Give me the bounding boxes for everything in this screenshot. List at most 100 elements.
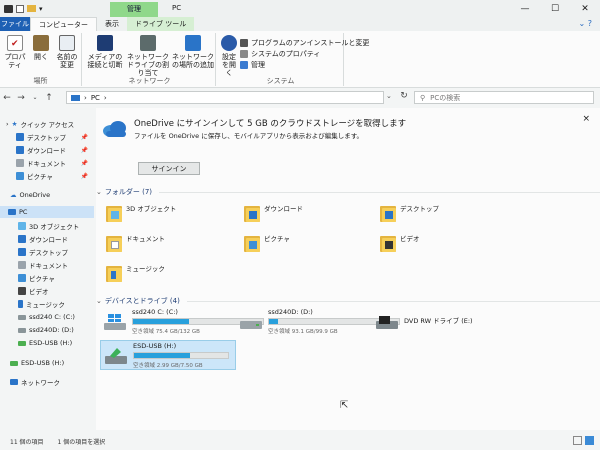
nav-network[interactable]: ネットワーク: [10, 376, 60, 388]
folder-3d-objects[interactable]: 3D オブジェクト: [106, 204, 176, 222]
rename-icon: [59, 35, 75, 51]
drive-c[interactable]: ssd240 C: (C:) 空き領域 75.4 GB/132 GB: [100, 307, 264, 337]
ribbon-tabs: ファイル コンピューター 表示 ドライブ ツール ⌄ ?: [0, 17, 600, 31]
pin-icon: 📌: [80, 172, 88, 180]
section-divider: [159, 191, 600, 193]
recent-dropdown-icon[interactable]: ⌄: [28, 94, 42, 101]
drives-section-header[interactable]: ⌄ デバイスとドライブ (4): [96, 296, 600, 306]
close-button[interactable]: ✕: [570, 0, 600, 17]
drive-usb[interactable]: ESD-USB (H:) 空き領域 2.99 GB/7.50 GB: [100, 340, 236, 370]
nav-quick-access[interactable]: › ★ クイック アクセス: [6, 118, 74, 130]
download-arrow-icon: [16, 146, 24, 154]
new-folder-qat-icon[interactable]: [27, 5, 36, 12]
nav-pc-desktop[interactable]: デスクトップ: [18, 246, 68, 258]
usage-fill: [269, 319, 279, 324]
folder-icon: [244, 234, 260, 252]
search-placeholder: PCの検索: [430, 93, 461, 102]
breadcrumb-separator-2: ›: [103, 93, 107, 102]
tab-computer[interactable]: コンピューター: [30, 17, 97, 31]
network-icon: [10, 379, 18, 385]
map-drive-button[interactable]: ネットワーク ドライブの割り当て: [126, 35, 170, 77]
folder-music[interactable]: ミュージック: [106, 264, 165, 282]
nav-pc-usb[interactable]: ESD-USB (H:): [18, 337, 72, 349]
drive-d[interactable]: ssd240D: (D:) 空き領域 93.1 GB/99.9 GB: [236, 307, 400, 337]
nav-pc-drive-c[interactable]: ssd240 C: (C:): [18, 311, 75, 323]
folder-icon: [106, 264, 122, 282]
folder-icon: [106, 234, 122, 252]
nav-qa-desktop[interactable]: デスクトップ 📌: [16, 131, 94, 143]
nav-pc-videos[interactable]: ビデオ: [18, 285, 49, 297]
back-button[interactable]: ←: [0, 93, 14, 103]
nav-pc-music[interactable]: ミュージック: [18, 298, 65, 310]
open-button[interactable]: 開く: [30, 35, 52, 61]
cloud-icon: ☁: [10, 191, 17, 199]
banner-subtitle: ファイルを OneDrive に保存し、モバイルアプリから表示および編集します。: [134, 132, 364, 140]
group-system: 設定を開く プログラムのアンインストールと変更 システムのプロパティ 管理 シス…: [218, 33, 369, 86]
minimize-button[interactable]: —: [510, 0, 540, 17]
pictures-icon: [16, 172, 24, 180]
folder-videos[interactable]: ビデオ: [380, 234, 420, 252]
nav-pc-drive-d[interactable]: ssd240D: (D:): [18, 324, 74, 336]
navigation-pane: › ★ クイック アクセス デスクトップ 📌 ダウンロード 📌 ドキュメント 📌…: [0, 108, 94, 430]
banner-close-button[interactable]: ×: [582, 114, 590, 124]
nav-onedrive[interactable]: ☁ OneDrive: [10, 189, 50, 201]
folders-section-header[interactable]: ⌄ フォルダー (7): [96, 187, 600, 197]
open-settings-button[interactable]: 設定を開く: [220, 35, 238, 77]
properties-qat-icon[interactable]: [16, 4, 24, 13]
nav-pc-3d[interactable]: 3D オブジェクト: [18, 220, 79, 232]
pictures-icon: [18, 274, 26, 282]
group-label-network: ネットワーク: [128, 77, 171, 85]
large-icons-view-button[interactable]: [585, 436, 594, 445]
search-icon: ⚲: [420, 93, 426, 102]
forward-button[interactable]: →: [14, 93, 28, 103]
qat-dropdown-icon[interactable]: ▾: [39, 5, 43, 13]
desktop-icon: [16, 133, 24, 141]
add-network-location-button[interactable]: ネットワークの場所の追加: [172, 35, 214, 69]
properties-icon: ✔: [7, 35, 23, 51]
nav-pc-downloads[interactable]: ダウンロード: [18, 233, 68, 245]
folder-pictures[interactable]: ピクチャ: [244, 234, 290, 252]
collapse-chevron-icon: ⌄: [96, 188, 102, 196]
nav-pc-pictures[interactable]: ピクチャ: [18, 272, 55, 284]
details-view-button[interactable]: [573, 436, 582, 445]
signin-button[interactable]: サインイン: [138, 162, 200, 175]
quick-access-toolbar: ▾: [0, 4, 43, 13]
folder-desktop[interactable]: デスクトップ: [380, 204, 439, 222]
manage-button[interactable]: 管理: [240, 60, 265, 70]
onedrive-cloud-icon: [103, 121, 126, 137]
properties-button[interactable]: ✔ プロパティ: [2, 35, 28, 69]
breadcrumb-pc[interactable]: PC: [91, 94, 100, 102]
refresh-button[interactable]: ↻: [397, 91, 411, 104]
address-bar[interactable]: › PC ›: [66, 91, 384, 104]
nav-qa-pictures[interactable]: ピクチャ 📌: [16, 170, 94, 182]
context-tab-group: 管理: [110, 2, 158, 17]
rename-button[interactable]: 名前の変更: [54, 35, 80, 69]
usb-drive-icon: [18, 340, 26, 346]
folder-downloads[interactable]: ダウンロード: [244, 204, 303, 222]
usage-fill: [134, 353, 191, 358]
nav-pc[interactable]: PC: [0, 206, 94, 218]
uninstall-button[interactable]: プログラムのアンインストールと変更: [240, 38, 369, 48]
maximize-button[interactable]: ☐: [540, 0, 570, 17]
access-media-button[interactable]: メディアの接続と切断: [86, 35, 124, 69]
system-properties-button[interactable]: システムのプロパティ: [240, 49, 320, 59]
nav-qa-documents[interactable]: ドキュメント 📌: [16, 157, 94, 169]
search-input[interactable]: ⚲ PCの検索: [414, 91, 594, 104]
tab-file[interactable]: ファイル: [0, 17, 30, 31]
drive-dvd[interactable]: DVD RW ドライブ (E:): [372, 307, 512, 337]
ribbon-collapse-icon[interactable]: ⌄ ?: [579, 19, 593, 28]
up-button[interactable]: ↑: [42, 93, 56, 103]
app-icon: [4, 4, 13, 13]
tab-drive-tools[interactable]: ドライブ ツール: [127, 17, 195, 31]
usage-fill: [133, 319, 189, 324]
nav-esd-usb[interactable]: ESD-USB (H:): [10, 357, 64, 369]
view-toggle: [573, 436, 594, 445]
pc-monitor-icon: [8, 209, 16, 215]
folder-documents[interactable]: ドキュメント: [106, 234, 165, 252]
address-dropdown-icon[interactable]: ⌄: [386, 92, 392, 100]
nav-pc-documents[interactable]: ドキュメント: [18, 259, 68, 271]
nav-qa-downloads[interactable]: ダウンロード 📌: [16, 144, 94, 156]
usage-bar: [133, 352, 229, 359]
pc-monitor-icon: [71, 94, 80, 101]
tab-view[interactable]: 表示: [97, 17, 127, 31]
